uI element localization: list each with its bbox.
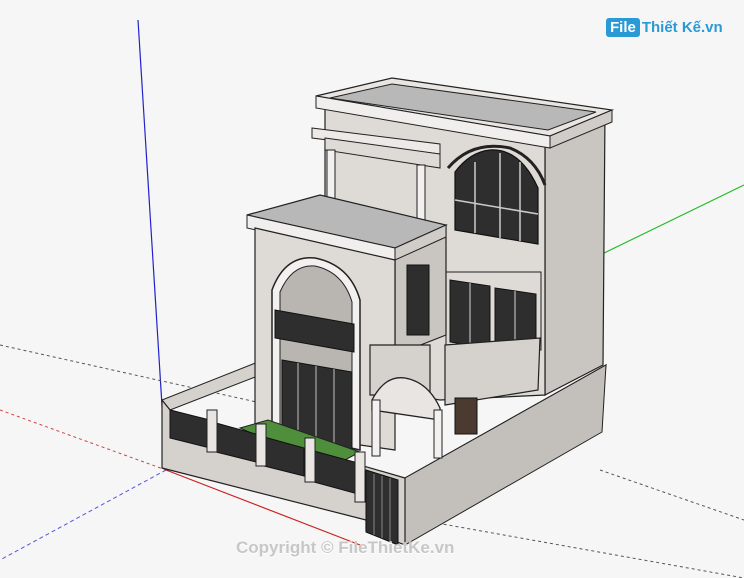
- green-axis: [599, 184, 744, 256]
- copyright-watermark: Copyright © FileThietKe.vn: [236, 538, 455, 557]
- pergola-column: [416, 164, 426, 226]
- 3d-model-scene[interactable]: [0, 0, 744, 578]
- fence-pillar: [255, 423, 267, 467]
- blue-axis-dashed: [0, 469, 167, 561]
- sketchup-viewport[interactable]: File Thiết Kế.vn Copyright © FileThietKe…: [0, 0, 744, 578]
- porch-column: [371, 399, 381, 457]
- red-axis-dashed: [0, 409, 167, 471]
- main-block-right-face: [544, 111, 606, 396]
- logo-text: Thiết Kế.vn: [641, 18, 723, 36]
- fence-pillar: [354, 451, 366, 503]
- fence-pillar: [304, 437, 316, 483]
- entry-door: [454, 397, 478, 435]
- guide-line-far: [599, 469, 744, 521]
- fence-pillar: [206, 409, 218, 453]
- fence-left-top: [161, 361, 269, 411]
- porch-column: [433, 409, 443, 459]
- logo-file-badge: File: [606, 17, 640, 37]
- side-window: [406, 264, 430, 336]
- brand-logo: File Thiết Kế.vn: [606, 14, 723, 40]
